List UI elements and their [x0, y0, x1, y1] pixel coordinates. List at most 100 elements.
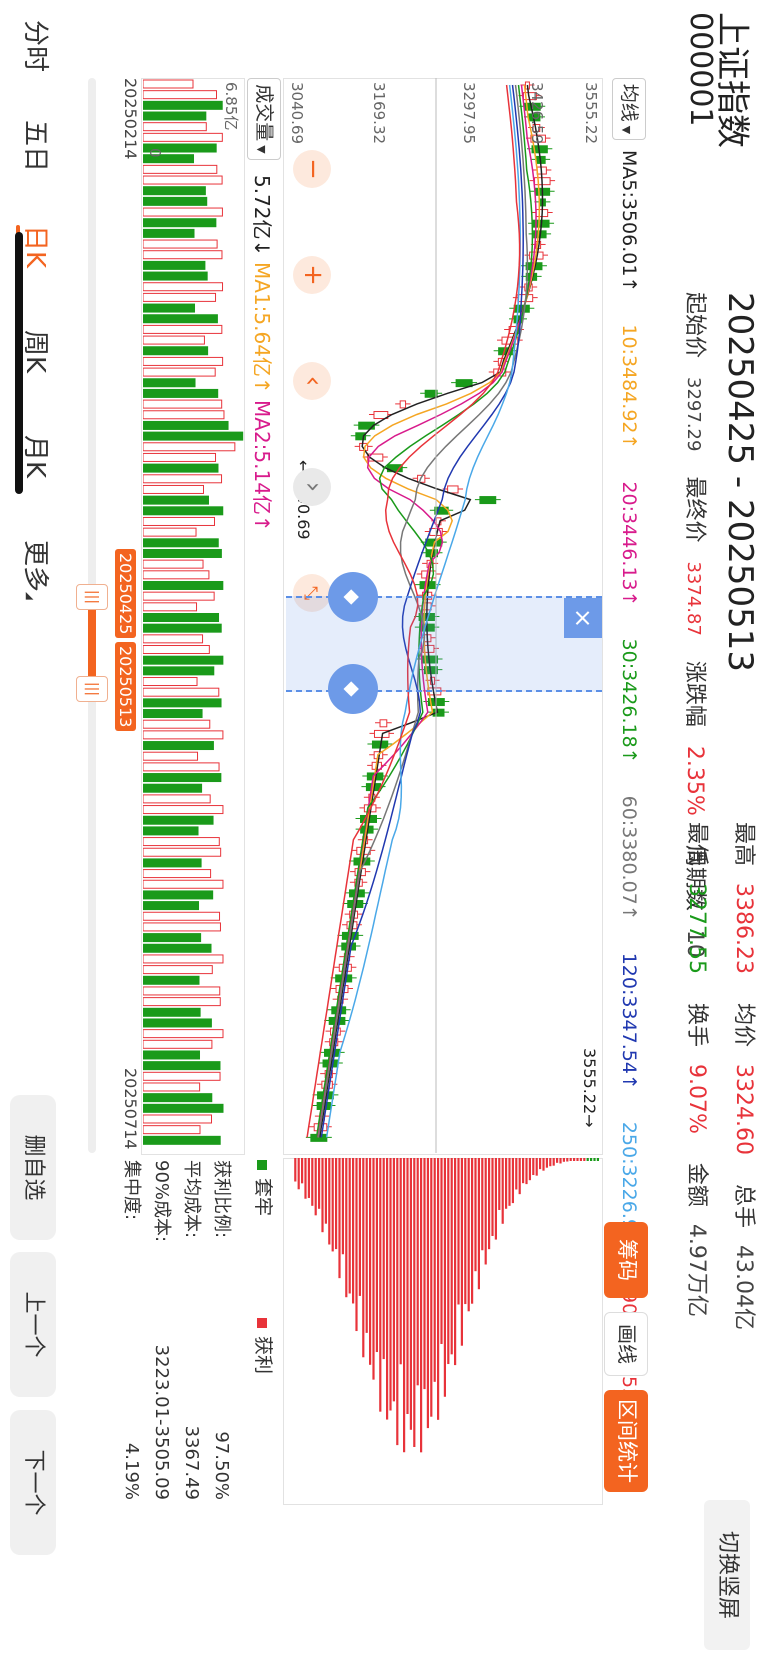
volume-bar: [143, 218, 217, 228]
tab-1[interactable]: 五日: [19, 120, 56, 172]
stat-amount-label: 金额: [684, 1162, 709, 1207]
zoom-out-button[interactable]: −: [293, 150, 331, 188]
chip-button[interactable]: 筹码: [604, 1222, 648, 1298]
chip-bar: [477, 1158, 480, 1290]
chip-bar: [348, 1158, 351, 1294]
chip-bar: [321, 1158, 324, 1233]
volume-bar: [143, 741, 214, 751]
chip-bar: [491, 1158, 494, 1236]
volume-bar: [143, 815, 214, 825]
chip-bar: [586, 1158, 589, 1161]
volume-bar: [143, 837, 220, 847]
volume-bar: [143, 356, 224, 366]
zoom-in-button[interactable]: +: [293, 256, 331, 294]
chip-bar: [559, 1158, 562, 1164]
chevron-left-icon: ‹: [298, 375, 328, 387]
chip-bar: [351, 1158, 355, 1304]
volume-bar: [143, 933, 202, 943]
chip-bar: [433, 1158, 436, 1382]
volume-bar: [143, 1018, 212, 1028]
landscape-stage: 上证指数 000001 20250425 - 20250513 起始价 3297…: [0, 0, 768, 1663]
chip-distribution-chart: [294, 1158, 599, 1453]
volume-bar: [143, 463, 219, 473]
drag-handle-icon: ◆: [341, 589, 365, 605]
volume-bar: [143, 1039, 213, 1049]
chip-bar: [464, 1158, 467, 1305]
price-axis-bottom: 3040.69: [288, 82, 306, 145]
volume-bar: [143, 751, 199, 761]
timeline-start-date: 20250425: [115, 549, 136, 639]
range-start-handle[interactable]: ◆: [328, 572, 378, 622]
tab-label: 日K: [20, 225, 50, 269]
chip-bar: [583, 1158, 586, 1161]
volume-bar: [143, 623, 222, 633]
volume-bar: [143, 228, 195, 238]
volume-bar: [143, 783, 203, 793]
draw-line-button[interactable]: 画线: [604, 1312, 648, 1376]
candle: [358, 421, 375, 430]
chip-bar: [569, 1158, 572, 1161]
tab-5[interactable]: 更多◢: [19, 540, 56, 600]
volume-bar: [143, 207, 223, 217]
chip-bar: [508, 1158, 511, 1206]
close-selection-button[interactable]: ×: [564, 598, 602, 638]
volume-axis-top: 6.85亿: [222, 82, 240, 131]
switch-portrait-button[interactable]: 切换竖屏: [704, 1500, 750, 1650]
volume-bar: [143, 250, 223, 260]
volume-bar: [143, 132, 223, 142]
volume-bar: [143, 730, 224, 740]
volume-bar: [143, 378, 196, 388]
chip-bar: [304, 1158, 307, 1199]
volume-bar: [143, 890, 214, 900]
volume-bar: [143, 122, 207, 132]
volume-bar: [143, 666, 215, 676]
ma-value-0: MA5:3506.01↑: [618, 150, 640, 293]
chip-bar: [515, 1158, 518, 1190]
date-start-label: 20250214: [121, 78, 140, 160]
chip-bar: [297, 1158, 300, 1190]
range-end-handle[interactable]: ◆: [328, 664, 378, 714]
volume-bar: [143, 324, 223, 334]
tab-0[interactable]: 分时: [19, 20, 56, 72]
volume-bar: [143, 602, 198, 612]
scroll-right-button[interactable]: ›: [293, 468, 331, 506]
chip-bar: [501, 1158, 504, 1224]
volume-selector[interactable]: 成交量 ▼: [247, 78, 281, 160]
chip-bar: [450, 1158, 453, 1355]
delete-watchlist-button[interactable]: 删自选: [10, 1095, 56, 1240]
chip-stat-label: 集中度:: [121, 1160, 142, 1221]
chevron-down-icon: ▼: [620, 125, 633, 135]
previous-button[interactable]: 上一个: [10, 1252, 56, 1397]
chip-bar: [593, 1158, 596, 1161]
stat-start-value: 3297.29: [683, 377, 704, 452]
chip-bar: [338, 1158, 341, 1279]
volume-bar: [143, 495, 209, 505]
chevron-right-icon: ›: [298, 481, 328, 493]
volume-bar: [143, 111, 207, 121]
tab-2[interactable]: 日K: [16, 225, 56, 269]
volume-chart[interactable]: [143, 78, 245, 1153]
scroll-left-button[interactable]: ‹: [293, 362, 331, 400]
chip-bar: [457, 1158, 460, 1305]
volume-bar: [143, 677, 198, 687]
range-stat-button[interactable]: 区间统计: [604, 1390, 648, 1492]
chip-bar: [413, 1158, 416, 1447]
next-button[interactable]: 下一个: [10, 1410, 56, 1555]
chip-bar: [504, 1158, 508, 1209]
volume-bar: [143, 1071, 221, 1081]
tab-4[interactable]: 月K: [19, 435, 56, 478]
volume-bar: [143, 911, 221, 921]
volume-bar: [143, 452, 217, 462]
volume-axis-bottom: 0: [146, 148, 164, 158]
tab-3[interactable]: 周K: [19, 330, 56, 373]
stat-change-label: 涨跌幅: [682, 660, 707, 727]
chip-bar: [521, 1158, 525, 1184]
chip-bar: [358, 1158, 361, 1296]
ma-selector[interactable]: 均线 ▼: [612, 78, 646, 140]
tab-label: 分时: [20, 20, 50, 73]
chip-bar: [430, 1158, 433, 1417]
chip-bar: [396, 1158, 399, 1446]
ma-value-4: 60:3380.07↑: [618, 795, 640, 921]
timeline-start-handle[interactable]: |||: [76, 584, 108, 610]
timeline-end-handle[interactable]: |||: [76, 676, 108, 702]
